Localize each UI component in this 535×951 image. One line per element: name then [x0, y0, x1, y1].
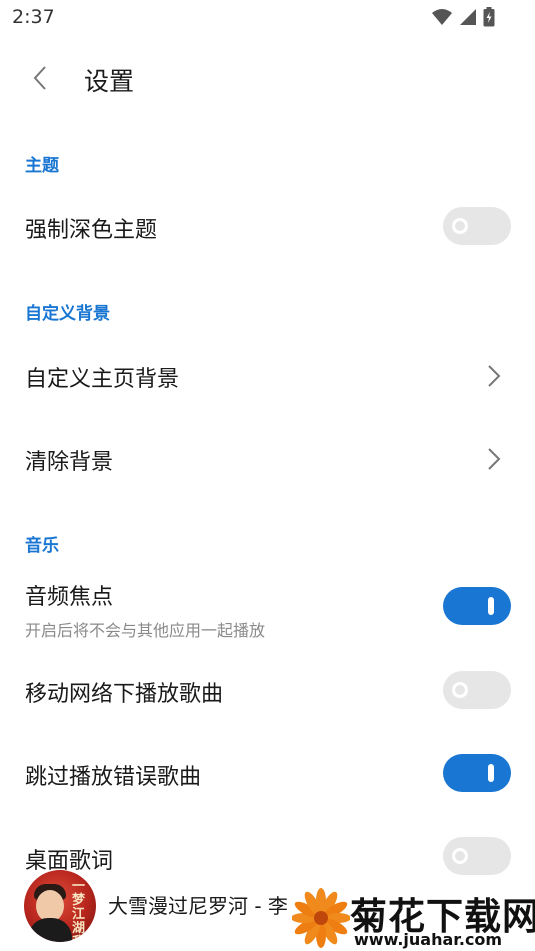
switch-knob [452, 682, 468, 698]
setting-force-dark-theme[interactable]: 强制深色主题 [0, 200, 535, 256]
setting-label: 强制深色主题 [25, 218, 158, 243]
switch-knob [488, 764, 494, 782]
skip-error-songs-switch[interactable] [443, 754, 511, 792]
setting-label: 移动网络下播放歌曲 [25, 682, 224, 707]
setting-label: 清除背景 [25, 450, 114, 475]
chevron-left-icon [33, 66, 46, 90]
back-button[interactable] [22, 60, 58, 96]
album-art-text: 一梦江湖 我是江湖 [72, 879, 86, 943]
setting-audio-focus[interactable]: 音频焦点 开启后将不会与其他应用一起播放 [0, 574, 535, 644]
setting-custom-home-background[interactable]: 自定义主页背景 [0, 348, 535, 404]
setting-label: 自定义主页背景 [25, 367, 180, 392]
setting-skip-error-songs[interactable]: 跳过播放错误歌曲 [0, 746, 535, 802]
section-header-theme: 主题 [25, 156, 59, 176]
chevron-right-icon [488, 365, 501, 387]
page-title: 设置 [84, 67, 135, 96]
chevron-right-icon [488, 448, 501, 470]
switch-knob [452, 218, 468, 234]
setting-play-on-mobile-network[interactable]: 移动网络下播放歌曲 [0, 663, 535, 719]
chrysanthemum-logo [292, 888, 350, 948]
section-header-custom-background: 自定义背景 [25, 304, 110, 324]
status-icons [431, 7, 495, 27]
switch-knob [452, 848, 468, 864]
force-dark-theme-switch[interactable] [443, 207, 511, 245]
status-time: 2:37 [12, 6, 55, 28]
setting-subtitle: 开启后将不会与其他应用一起播放 [25, 621, 266, 640]
setting-label: 音频焦点 [25, 585, 114, 610]
audio-focus-switch[interactable] [443, 587, 511, 625]
status-bar: 2:37 [0, 0, 535, 36]
section-header-music: 音乐 [25, 536, 59, 556]
wifi-icon [432, 9, 452, 25]
watermark: 菊花下载网 www.juahar.com [292, 886, 535, 951]
setting-clear-background[interactable]: 清除背景 [0, 431, 535, 487]
album-art[interactable]: 一梦江湖 我是江湖 [24, 870, 96, 942]
battery-charging-icon [483, 7, 495, 27]
watermark-url: www.juahar.com [354, 930, 503, 949]
switch-knob [488, 597, 494, 615]
app-bar: 设置 [0, 50, 535, 106]
cell-signal-icon [460, 9, 476, 25]
play-on-mobile-network-switch[interactable] [443, 671, 511, 709]
setting-label: 跳过播放错误歌曲 [25, 765, 202, 790]
now-playing-title: 大雪漫过尼罗河 - 李 [108, 894, 288, 918]
